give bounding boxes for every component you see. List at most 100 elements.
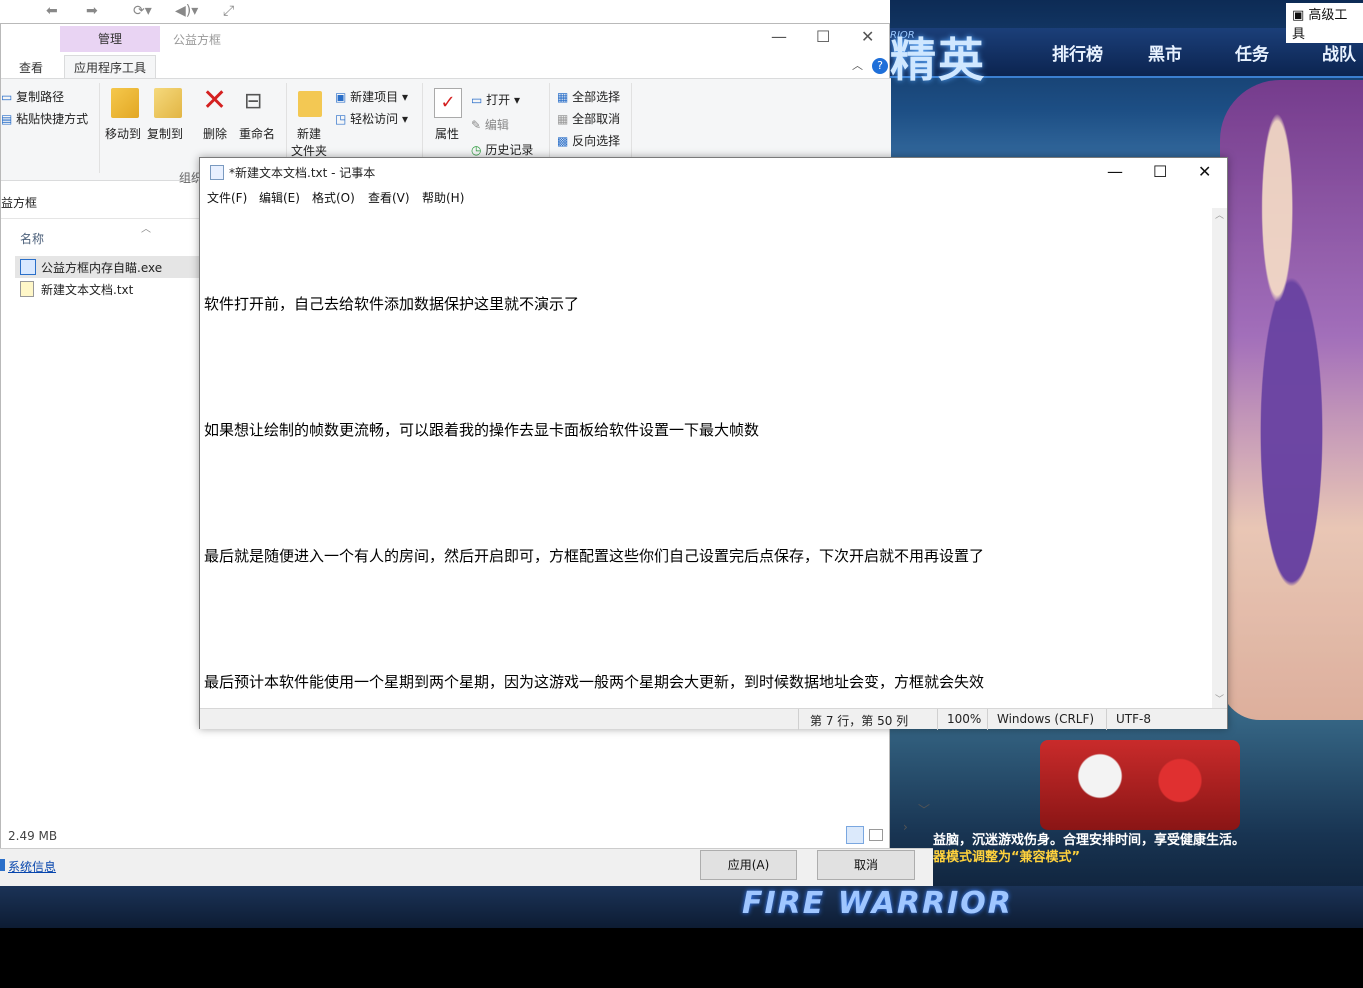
select-none-label: 全部取消 (572, 112, 621, 126)
notepad-maximize-button[interactable]: ☐ (1153, 162, 1167, 181)
notepad-statusbar: 第 7 行，第 50 列 100% Windows (CRLF) UTF-8 (200, 708, 1227, 730)
speaker-icon[interactable]: ◀)▾ (175, 3, 198, 19)
edit-button[interactable]: ✎ 编辑 (471, 116, 509, 133)
address-bar[interactable]: 益方框 (1, 194, 37, 211)
select-all-button[interactable]: ▦ 全部选择 (557, 88, 620, 105)
move-to-button[interactable]: 移动到 (105, 125, 141, 142)
new-item-label: 新建项目 (350, 90, 399, 104)
game-banner-title: FIRE WARRIOR (742, 886, 1013, 921)
close-button[interactable]: ✕ (861, 27, 874, 46)
tab-app-tools[interactable]: 应用程序工具 (64, 55, 157, 79)
scroll-down-arrow-icon[interactable]: ﹀ (1215, 692, 1224, 705)
new-folder-icon (298, 91, 322, 117)
advanced-tool-button[interactable]: ▣ 高级工具 (1286, 3, 1363, 43)
column-header-name[interactable]: 名称 (20, 230, 44, 247)
notepad-titlebar: *新建文本文档.txt - 记事本 — ☐ ✕ (200, 158, 1227, 188)
refresh-icon[interactable]: ⟳▾ (133, 3, 152, 19)
notepad-close-button[interactable]: ✕ (1198, 162, 1211, 181)
menu-view[interactable]: 查看(V) (368, 189, 410, 206)
minimize-button[interactable]: — (771, 27, 787, 46)
edit-icon: ✎ (471, 118, 482, 132)
history-icon: ◷ (471, 143, 482, 157)
game-tab-team[interactable]: 战队 (1322, 40, 1356, 65)
paste-shortcut-label: 粘贴快捷方式 (16, 112, 89, 126)
delete-icon: ✕ (202, 83, 228, 118)
selection-size: 2.49 MB (8, 829, 58, 843)
manage-context-tab[interactable]: 管理 (60, 26, 160, 52)
invert-selection-button[interactable]: ▩ 反向选择 (557, 132, 620, 149)
move-to-icon (111, 88, 139, 118)
scroll-up-arrow-icon[interactable]: ︿ (1215, 208, 1224, 221)
menu-file[interactable]: 文件(F) (207, 189, 247, 206)
notepad-minimize-button[interactable]: — (1107, 162, 1123, 181)
collapse-ribbon-icon[interactable]: ︿ (852, 57, 863, 73)
game-compat-notice: 器模式调整为“兼容模式” (933, 850, 1081, 865)
invert-selection-icon: ▩ (557, 134, 569, 148)
cursor-position: 第 7 行，第 50 列 (810, 714, 909, 728)
game-tab-tasks[interactable]: 任务 (1235, 40, 1269, 65)
game-fruit-basket-art (1040, 740, 1240, 830)
scroll-right-icon[interactable]: › (903, 820, 908, 834)
edit-label: 编辑 (484, 118, 509, 132)
details-view-icon[interactable] (846, 826, 864, 844)
sort-up-icon: ︿ (141, 224, 151, 235)
forward-arrow-icon[interactable]: ➡ (86, 3, 98, 19)
select-none-button[interactable]: ▦ 全部取消 (557, 110, 620, 127)
game-bottom-banner: FIRE WARRIOR (0, 886, 1363, 928)
history-button[interactable]: ◷ 历史记录 (471, 141, 533, 158)
paste-shortcut-button[interactable]: ▤ 粘贴快捷方式 (1, 110, 88, 127)
text-line: 如果想让绘制的帧数更流畅，可以跟着我的操作去显卡面板给软件设置一下最大帧数 (204, 421, 760, 439)
notepad-menubar: 文件(F) 编辑(E) 格式(O) 查看(V) 帮助(H) (200, 188, 1227, 208)
encoding: UTF-8 (1116, 712, 1151, 726)
properties-dialog-footer: 系统信息 应用(A) 取消 ﹀ (0, 803, 933, 886)
copy-to-button[interactable]: 复制到 (147, 125, 183, 142)
menu-edit[interactable]: 编辑(E) (259, 189, 300, 206)
scroll-down-icon[interactable]: ﹀ (918, 801, 930, 818)
file-name: 公益方框内存自瞄.exe (41, 261, 163, 275)
new-folder-button[interactable]: 新建 (297, 125, 321, 142)
copy-path-icon: ▭ (1, 90, 13, 104)
txt-icon (20, 281, 34, 297)
new-item-icon: ▣ (335, 90, 347, 104)
game-character-art (1220, 80, 1363, 720)
paste-shortcut-icon: ▤ (1, 112, 13, 126)
easy-access-label: 轻松访问 (350, 112, 399, 126)
copy-path-label: 复制路径 (16, 90, 65, 104)
select-none-icon: ▦ (557, 112, 569, 126)
back-arrow-icon[interactable]: ⬅ (46, 3, 58, 19)
properties-icon: ✓ (434, 88, 462, 118)
tab-view[interactable]: 查看 (19, 59, 43, 76)
rename-button[interactable]: 重命名 (239, 125, 275, 142)
file-row[interactable]: 新建文本文档.txt (15, 278, 200, 300)
system-info-icon (0, 859, 5, 871)
select-all-icon: ▦ (557, 90, 569, 104)
fullscreen-icon[interactable]: ⤢ (223, 3, 234, 19)
copy-path-button[interactable]: ▭ 复制路径 (1, 88, 64, 105)
notepad-window: *新建文本文档.txt - 记事本 — ☐ ✕ 文件(F) 编辑(E) 格式(O… (199, 157, 1228, 730)
menu-help[interactable]: 帮助(H) (422, 189, 464, 206)
ribbon-tabs: 管理 公益方框 查看 应用程序工具 — ☐ ✕ ︿ ? (1, 24, 891, 79)
apply-button[interactable]: 应用(A) (700, 850, 797, 880)
file-row-selected[interactable]: 公益方框内存自瞄.exe (15, 256, 200, 278)
game-tab-black-market[interactable]: 黑市 (1148, 40, 1182, 65)
delete-button[interactable]: 删除 (203, 125, 227, 142)
notepad-vertical-scrollbar[interactable]: ︿ ﹀ (1212, 208, 1227, 708)
system-info-link[interactable]: 系统信息 (8, 858, 56, 875)
properties-button[interactable]: 属性 (435, 125, 459, 142)
game-tab-ranking[interactable]: 排行榜 (1052, 40, 1103, 65)
menu-format[interactable]: 格式(O) (312, 189, 355, 206)
zoom-level: 100% (947, 712, 982, 726)
explorer-title: 公益方框 (173, 33, 222, 47)
open-button[interactable]: ▭ 打开 ▾ (471, 91, 520, 108)
notepad-title: *新建文本文档.txt - 记事本 (229, 166, 376, 180)
easy-access-button[interactable]: ◳ 轻松访问 ▾ (335, 110, 408, 127)
new-item-button[interactable]: ▣ 新建项目 ▾ (335, 88, 408, 105)
notepad-icon (210, 165, 224, 180)
help-icon[interactable]: ? (872, 58, 888, 74)
tool-icon: ▣ (1292, 8, 1309, 23)
notepad-text-area[interactable]: 软件打开前，自己去给软件添加数据保护这里就不演示了 如果想让绘制的帧数更流畅，可… (200, 208, 1212, 708)
maximize-button[interactable]: ☐ (816, 27, 830, 46)
cancel-button[interactable]: 取消 (817, 850, 915, 880)
history-label: 历史记录 (485, 143, 534, 157)
large-icons-view-icon[interactable] (869, 829, 883, 841)
